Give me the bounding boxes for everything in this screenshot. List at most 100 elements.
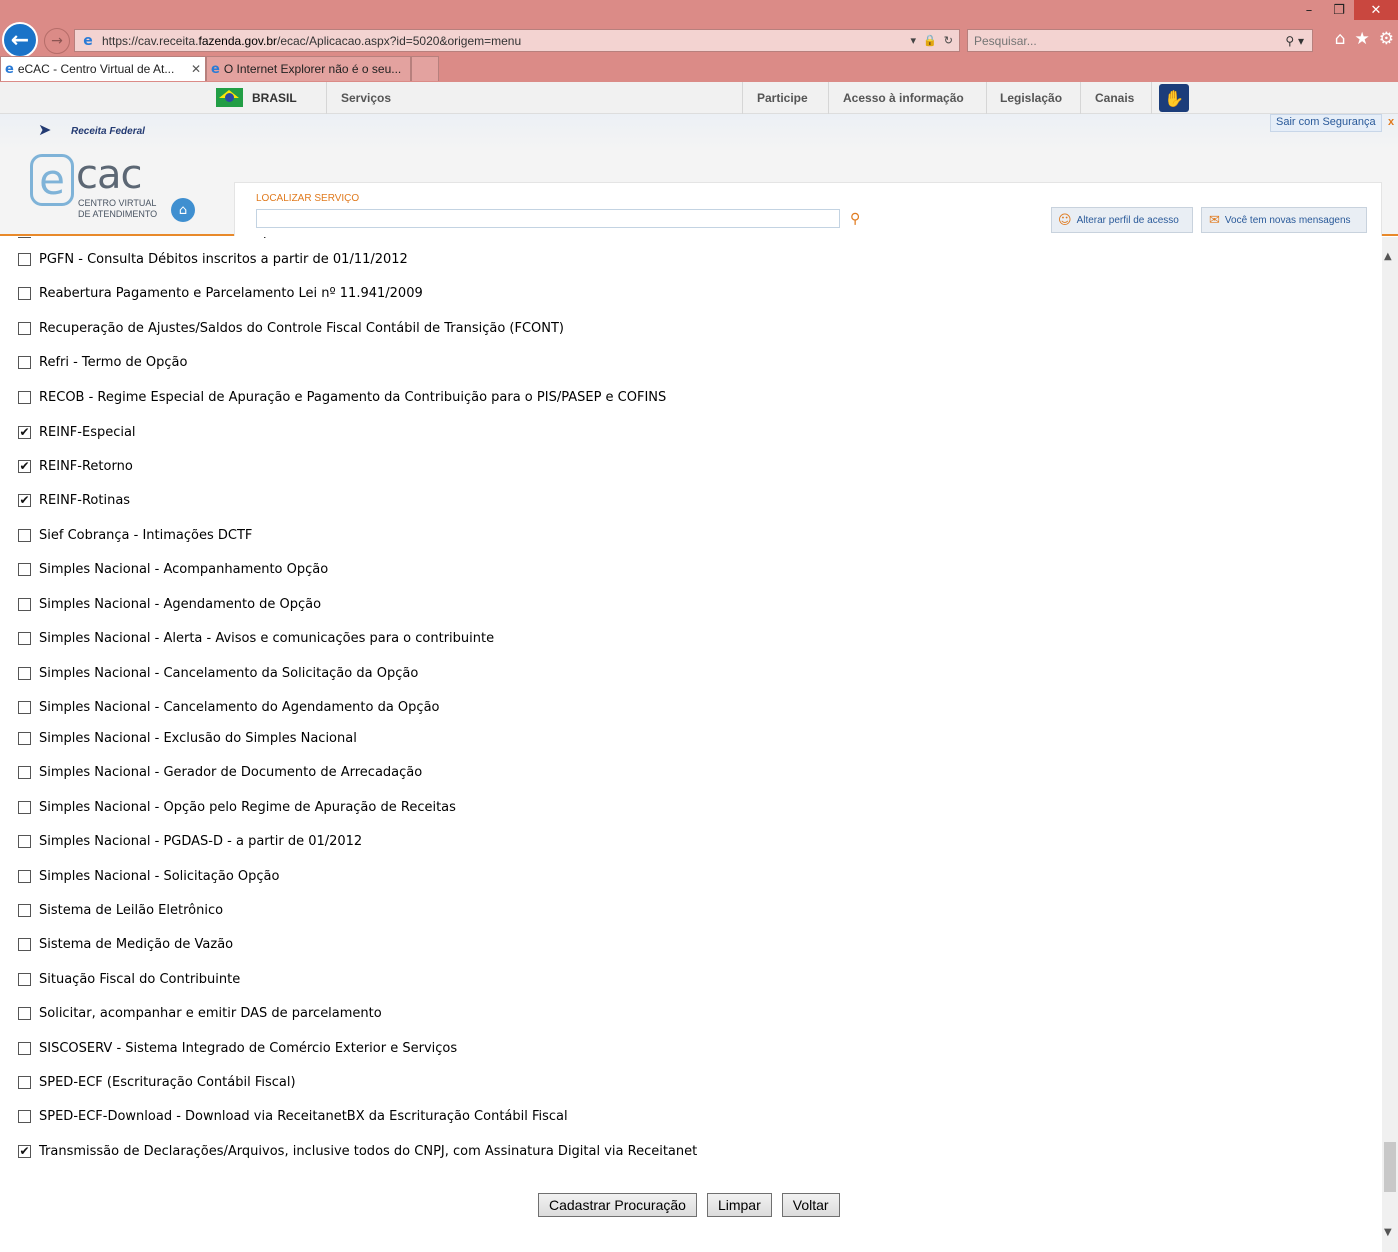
accessibility-hands-icon[interactable]: ✋: [1159, 84, 1189, 112]
service-checkbox[interactable]: [18, 562, 31, 576]
service-checkbox[interactable]: ✔: [18, 425, 31, 439]
address-bar[interactable]: e https://cav.receita.fazenda.gov.br/eca…: [74, 29, 960, 52]
refresh-icon[interactable]: ↻: [944, 34, 953, 47]
sair-com-seguranca-link[interactable]: Sair com Segurança: [1270, 114, 1382, 132]
favorites-star-icon[interactable]: ★: [1355, 29, 1370, 49]
scroll-thumb[interactable]: [1384, 1142, 1396, 1192]
forward-button[interactable]: →: [44, 28, 70, 54]
novas-mensagens-button[interactable]: ✉ Você tem novas mensagens: [1201, 207, 1367, 233]
home-icon[interactable]: ⌂: [171, 198, 195, 222]
service-checkbox[interactable]: [18, 1041, 31, 1055]
service-checkbox[interactable]: [18, 937, 31, 951]
search-icon[interactable]: ⚲ ▾: [1285, 34, 1304, 48]
service-checkbox[interactable]: [18, 765, 31, 779]
scroll-down-icon[interactable]: ▼: [1384, 1227, 1392, 1238]
service-row[interactable]: Simples Nacional - Acompanhamento Opção: [18, 559, 328, 579]
new-tab-button[interactable]: [411, 56, 439, 81]
home-icon[interactable]: ⌂: [1335, 29, 1346, 49]
service-row[interactable]: Simples Nacional - Gerador de Documento …: [18, 762, 422, 782]
tab-ecac[interactable]: e eCAC - Centro Virtual de At... ✕: [0, 56, 206, 81]
service-checkbox[interactable]: [18, 237, 31, 238]
close-window-icon[interactable]: ✕: [1354, 0, 1398, 20]
service-row[interactable]: Solicitar, acompanhar e emitir DAS de pa…: [18, 1003, 382, 1023]
divider: [326, 82, 327, 114]
browser-search-input[interactable]: [974, 33, 1286, 48]
voltar-button[interactable]: Voltar: [781, 1193, 840, 1217]
service-row[interactable]: Simples Nacional - Cancelamento do Agend…: [18, 697, 440, 717]
service-row[interactable]: Sief Cobrança - Intimações DCTF: [18, 525, 252, 545]
service-row[interactable]: SPED-ECF (Escrituração Contábil Fiscal): [18, 1072, 296, 1092]
restore-icon[interactable]: ❐: [1324, 0, 1354, 20]
service-row[interactable]: Simples Nacional - Solicitação Opção: [18, 866, 279, 886]
service-checkbox[interactable]: [18, 700, 31, 714]
search-magnifier-icon[interactable]: ⚲: [850, 211, 860, 227]
service-checkbox[interactable]: [18, 731, 31, 745]
service-row[interactable]: PGFN - Consulta Débitos inscritos a part…: [18, 249, 408, 269]
service-checkbox[interactable]: ✔: [18, 459, 31, 473]
service-checkbox[interactable]: ✔: [18, 1144, 31, 1158]
servicos-link[interactable]: Serviços: [341, 91, 391, 105]
service-row[interactable]: Situação Fiscal do Contribuinte: [18, 969, 240, 989]
service-row[interactable]: Recuperação de Ajustes/Saldos do Control…: [18, 318, 564, 338]
service-row[interactable]: PGF - Consulta Débitos inscritos a parti…: [18, 237, 398, 241]
vertical-scrollbar[interactable]: ▲ ▼: [1382, 237, 1398, 1252]
service-checkbox[interactable]: [18, 597, 31, 611]
url-text[interactable]: https://cav.receita.fazenda.gov.br/ecac/…: [102, 34, 911, 48]
dropdown-icon[interactable]: ▾: [911, 34, 917, 47]
limpar-button[interactable]: Limpar: [706, 1193, 772, 1217]
service-checkbox[interactable]: [18, 321, 31, 335]
minimize-icon[interactable]: –: [1294, 0, 1324, 20]
service-checkbox[interactable]: [18, 528, 31, 542]
service-row[interactable]: ✔ REINF-Rotinas: [18, 490, 130, 510]
service-row[interactable]: Simples Nacional - Agendamento de Opção: [18, 594, 321, 614]
service-row[interactable]: Simples Nacional - Opção pelo Regime de …: [18, 797, 456, 817]
alterar-perfil-button[interactable]: ☺ Alterar perfil de acesso: [1051, 207, 1193, 233]
service-checkbox[interactable]: [18, 1075, 31, 1089]
tab-internet-explorer[interactable]: e O Internet Explorer não é o seu...: [206, 56, 411, 81]
scroll-up-icon[interactable]: ▲: [1384, 251, 1392, 262]
service-label: Refri - Termo de Opção: [39, 354, 188, 370]
settings-gear-icon[interactable]: ⚙: [1379, 29, 1394, 49]
close-x-icon[interactable]: x: [1388, 116, 1394, 128]
service-row[interactable]: Refri - Termo de Opção: [18, 352, 187, 372]
service-checkbox[interactable]: [18, 1109, 31, 1123]
service-checkbox[interactable]: [18, 972, 31, 986]
participe-link[interactable]: Participe: [757, 91, 808, 105]
service-checkbox[interactable]: [18, 834, 31, 848]
service-checkbox[interactable]: [18, 355, 31, 369]
back-button[interactable]: ←: [2, 22, 38, 58]
service-row[interactable]: RECOB - Regime Especial de Apuração e Pa…: [18, 387, 666, 407]
lock-icon[interactable]: 🔒: [923, 34, 937, 47]
service-checkbox[interactable]: [18, 631, 31, 645]
canais-link[interactable]: Canais: [1095, 91, 1134, 105]
legislacao-link[interactable]: Legislação: [1000, 91, 1062, 105]
service-row[interactable]: Reabertura Pagamento e Parcelamento Lei …: [18, 283, 423, 303]
service-row[interactable]: Simples Nacional - Cancelamento da Solic…: [18, 663, 418, 683]
service-checkbox[interactable]: [18, 1006, 31, 1020]
brasil-link[interactable]: BRASIL: [252, 91, 297, 105]
cadastrar-procuracao-button[interactable]: Cadastrar Procuração: [538, 1193, 697, 1217]
service-row[interactable]: Simples Nacional - Exclusão do Simples N…: [18, 728, 357, 748]
service-checkbox[interactable]: ✔: [18, 493, 31, 507]
service-row[interactable]: Sistema de Leilão Eletrônico: [18, 900, 223, 920]
service-row[interactable]: SPED-ECF-Download - Download via Receita…: [18, 1106, 568, 1126]
browser-search-bar[interactable]: ⚲ ▾: [967, 29, 1313, 52]
service-checkbox[interactable]: [18, 390, 31, 404]
service-checkbox[interactable]: [18, 903, 31, 917]
service-row[interactable]: SISCOSERV - Sistema Integrado de Comérci…: [18, 1038, 457, 1058]
service-checkbox[interactable]: [18, 800, 31, 814]
service-row[interactable]: ✔ Transmissão de Declarações/Arquivos, in…: [18, 1141, 697, 1161]
acesso-informacao-link[interactable]: Acesso à informação: [843, 91, 964, 105]
service-checkbox[interactable]: [18, 666, 31, 680]
service-row[interactable]: Simples Nacional - PGDAS-D - a partir de…: [18, 831, 362, 851]
service-label: Situação Fiscal do Contribuinte: [39, 971, 241, 987]
service-checkbox[interactable]: [18, 252, 31, 266]
service-row[interactable]: Sistema de Medição de Vazão: [18, 934, 233, 954]
service-checkbox[interactable]: [18, 286, 31, 300]
localizar-servico-input[interactable]: [256, 209, 840, 228]
service-row[interactable]: ✔ REINF-Especial: [18, 422, 136, 442]
service-checkbox[interactable]: [18, 869, 31, 883]
service-row[interactable]: ✔ REINF-Retorno: [18, 456, 133, 476]
service-row[interactable]: Simples Nacional - Alerta - Avisos e com…: [18, 628, 494, 648]
close-tab-icon[interactable]: ✕: [191, 62, 201, 76]
